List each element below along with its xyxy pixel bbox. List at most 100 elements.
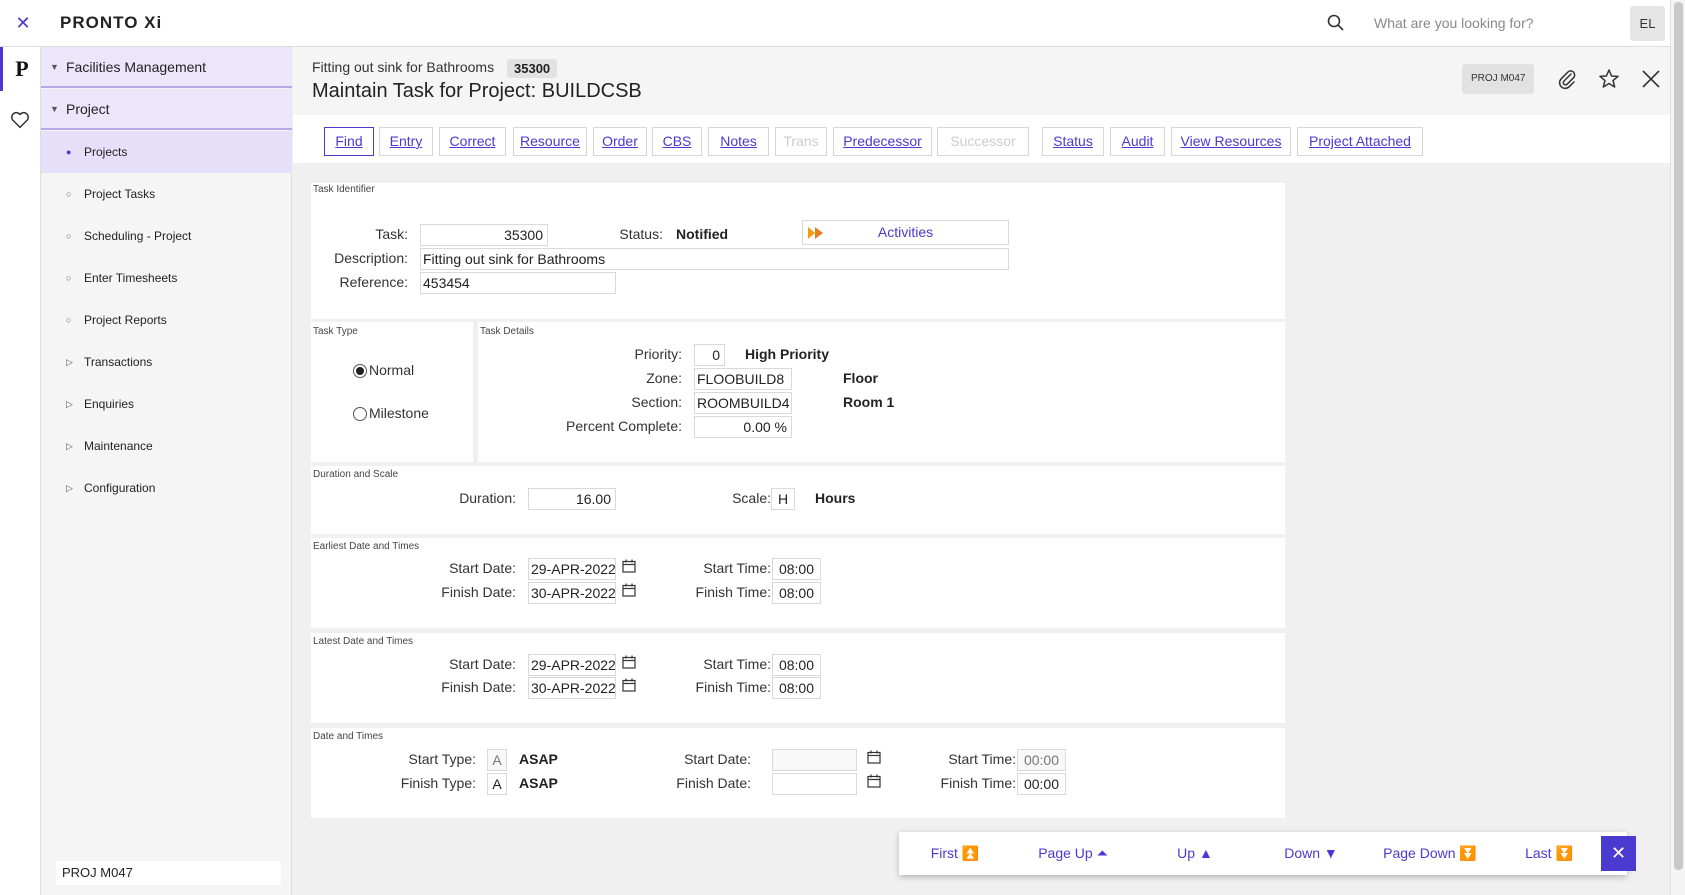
section-label: Section: — [631, 394, 682, 410]
sidebar-item-project-reports[interactable]: ○ Project Reports — [41, 299, 292, 341]
start-time-field[interactable]: 00:00 — [1017, 749, 1066, 771]
chevron-right-icon: ▷ — [66, 357, 73, 367]
up-button[interactable]: Up ▲ — [1135, 832, 1255, 875]
resource-button[interactable]: Resource — [513, 127, 587, 156]
latest-start-time-field[interactable]: 08:00 — [772, 654, 821, 676]
finish-time-field[interactable]: 00:00 — [1017, 773, 1066, 795]
find-button[interactable]: Find — [324, 127, 374, 156]
pronto-icon[interactable]: P — [0, 47, 41, 91]
view-resources-button[interactable]: View Resources — [1171, 127, 1291, 156]
chevron-up-icon: ⏶ — [1096, 845, 1108, 861]
description-field[interactable]: Fitting out sink for Bathrooms — [420, 248, 1009, 270]
earliest-finish-date-field[interactable]: 30-APR-2022 — [528, 582, 616, 604]
avatar[interactable]: EL — [1630, 6, 1665, 41]
trans-button[interactable]: Trans — [775, 127, 827, 156]
calendar-icon[interactable] — [622, 559, 636, 573]
order-button[interactable]: Order — [593, 127, 647, 156]
predecessor-button[interactable]: Predecessor — [833, 127, 932, 156]
calendar-icon[interactable] — [867, 750, 881, 764]
finish-type-field[interactable]: A — [487, 773, 507, 795]
status-button[interactable]: Status — [1042, 127, 1104, 156]
sidebar-item-scheduling[interactable]: ○ Scheduling - Project — [41, 215, 292, 257]
calendar-icon[interactable] — [867, 774, 881, 788]
latest-start-date-field[interactable]: 29-APR-2022 — [528, 654, 616, 676]
cbs-button[interactable]: CBS — [652, 127, 702, 156]
star-icon[interactable] — [1597, 67, 1621, 91]
priority-field[interactable]: 0 — [694, 344, 725, 366]
sidebar-item-label: Enquiries — [84, 397, 135, 411]
close-menu-icon[interactable]: ✕ — [12, 12, 34, 34]
latest-start-date-label: Start Date: — [449, 656, 516, 672]
duration-label: Duration: — [459, 490, 516, 506]
task-field[interactable]: 35300 — [420, 224, 548, 246]
sidebar-item-enquiries[interactable]: ▷ Enquiries — [41, 383, 292, 425]
latest-dates-panel: Latest Date and Times Start Date: 29-APR… — [311, 633, 1285, 723]
favorites-heart-icon[interactable] — [9, 109, 31, 131]
earliest-finish-time-field[interactable]: 08:00 — [772, 582, 821, 604]
zone-field[interactable]: FLOOBUILD8 — [694, 368, 792, 390]
close-icon[interactable] — [1639, 67, 1663, 91]
latest-finish-date-field[interactable]: 30-APR-2022 — [528, 677, 616, 699]
chevron-down-icon: ▼ — [50, 104, 59, 114]
section-title: Task Type — [313, 326, 358, 337]
latest-finish-time-field[interactable]: 08:00 — [772, 677, 821, 699]
calendar-icon[interactable] — [622, 583, 636, 597]
finish-type-label: Finish Type: — [400, 775, 476, 791]
sidebar-group-project[interactable]: ▼ Project — [41, 89, 292, 130]
activities-button[interactable]: Activities — [802, 220, 1009, 245]
scale-field[interactable]: H — [771, 488, 795, 510]
earliest-start-date-field[interactable]: 29-APR-2022 — [528, 558, 616, 580]
pager-close-button[interactable]: ✕ — [1601, 836, 1636, 871]
notes-button[interactable]: Notes — [708, 127, 769, 156]
duration-field[interactable]: 16.00 — [528, 488, 616, 510]
audit-button[interactable]: Audit — [1110, 127, 1165, 156]
down-button[interactable]: Down ▼ — [1255, 832, 1367, 875]
sidebar-item-project-tasks[interactable]: ○ Project Tasks — [41, 173, 292, 215]
status-value: Notified — [676, 226, 729, 242]
entry-button[interactable]: Entry — [379, 127, 433, 156]
milestone-radio[interactable] — [353, 407, 367, 421]
last-button[interactable]: Last ⏬ — [1493, 832, 1605, 875]
sidebar-item-maintenance[interactable]: ▷ Maintenance — [41, 425, 292, 467]
activities-label: Activities — [877, 224, 934, 240]
task-identifier-panel: Task Identifier Task: 35300 Status: Noti… — [311, 183, 1285, 319]
priority-label: Priority: — [634, 346, 682, 362]
project-attached-button[interactable]: Project Attached — [1297, 127, 1423, 156]
calendar-icon[interactable] — [622, 678, 636, 692]
scrollbar[interactable] — [1670, 0, 1685, 895]
sidebar-item-configuration[interactable]: ▷ Configuration — [41, 467, 292, 509]
start-type-field[interactable]: A — [487, 749, 507, 771]
first-button[interactable]: First ⏫ — [899, 832, 1011, 875]
priority-description: High Priority — [745, 346, 830, 362]
search-icon[interactable] — [1326, 13, 1346, 33]
earliest-dates-panel: Earliest Date and Times Start Date: 29-A… — [311, 538, 1285, 628]
sidebar-item-label: Project Reports — [84, 313, 167, 327]
latest-finish-time-label: Finish Time: — [695, 679, 771, 695]
normal-radio[interactable] — [353, 364, 367, 378]
calendar-icon[interactable] — [622, 655, 636, 669]
start-date-field[interactable] — [772, 749, 857, 771]
sidebar-item-timesheets[interactable]: ○ Enter Timesheets — [41, 257, 292, 299]
sidebar-item-projects[interactable]: ● Projects — [41, 131, 292, 173]
finish-time-label: Finish Time: — [940, 775, 1016, 791]
page-down-button[interactable]: Page Down ⏬ — [1367, 832, 1493, 875]
app-logo: PRONTO Xi — [60, 13, 163, 32]
finish-date-field[interactable] — [772, 773, 857, 795]
up-label: Up — [1177, 845, 1196, 861]
successor-button[interactable]: Successor — [937, 127, 1029, 156]
search-input[interactable] — [1374, 10, 1614, 36]
attachment-icon[interactable] — [1555, 67, 1579, 91]
bullet-icon: ○ — [66, 189, 72, 199]
page-up-button[interactable]: Page Up ⏶ — [1011, 832, 1135, 875]
sidebar-footer-program: PROJ M047 — [56, 861, 281, 885]
section-field[interactable]: ROOMBUILD4 — [694, 392, 792, 414]
reference-field[interactable]: 453454 — [420, 272, 616, 294]
percent-complete-field[interactable]: 0.00 % — [694, 416, 792, 438]
zone-description: Floor — [843, 370, 878, 386]
sidebar-group-facilities[interactable]: ▼ Facilities Management — [41, 47, 292, 88]
scroll-thumb[interactable] — [1674, 2, 1683, 870]
sidebar-item-transactions[interactable]: ▷ Transactions — [41, 341, 292, 383]
earliest-start-time-field[interactable]: 08:00 — [772, 558, 821, 580]
status-label: Status: — [619, 226, 663, 242]
correct-button[interactable]: Correct — [439, 127, 506, 156]
